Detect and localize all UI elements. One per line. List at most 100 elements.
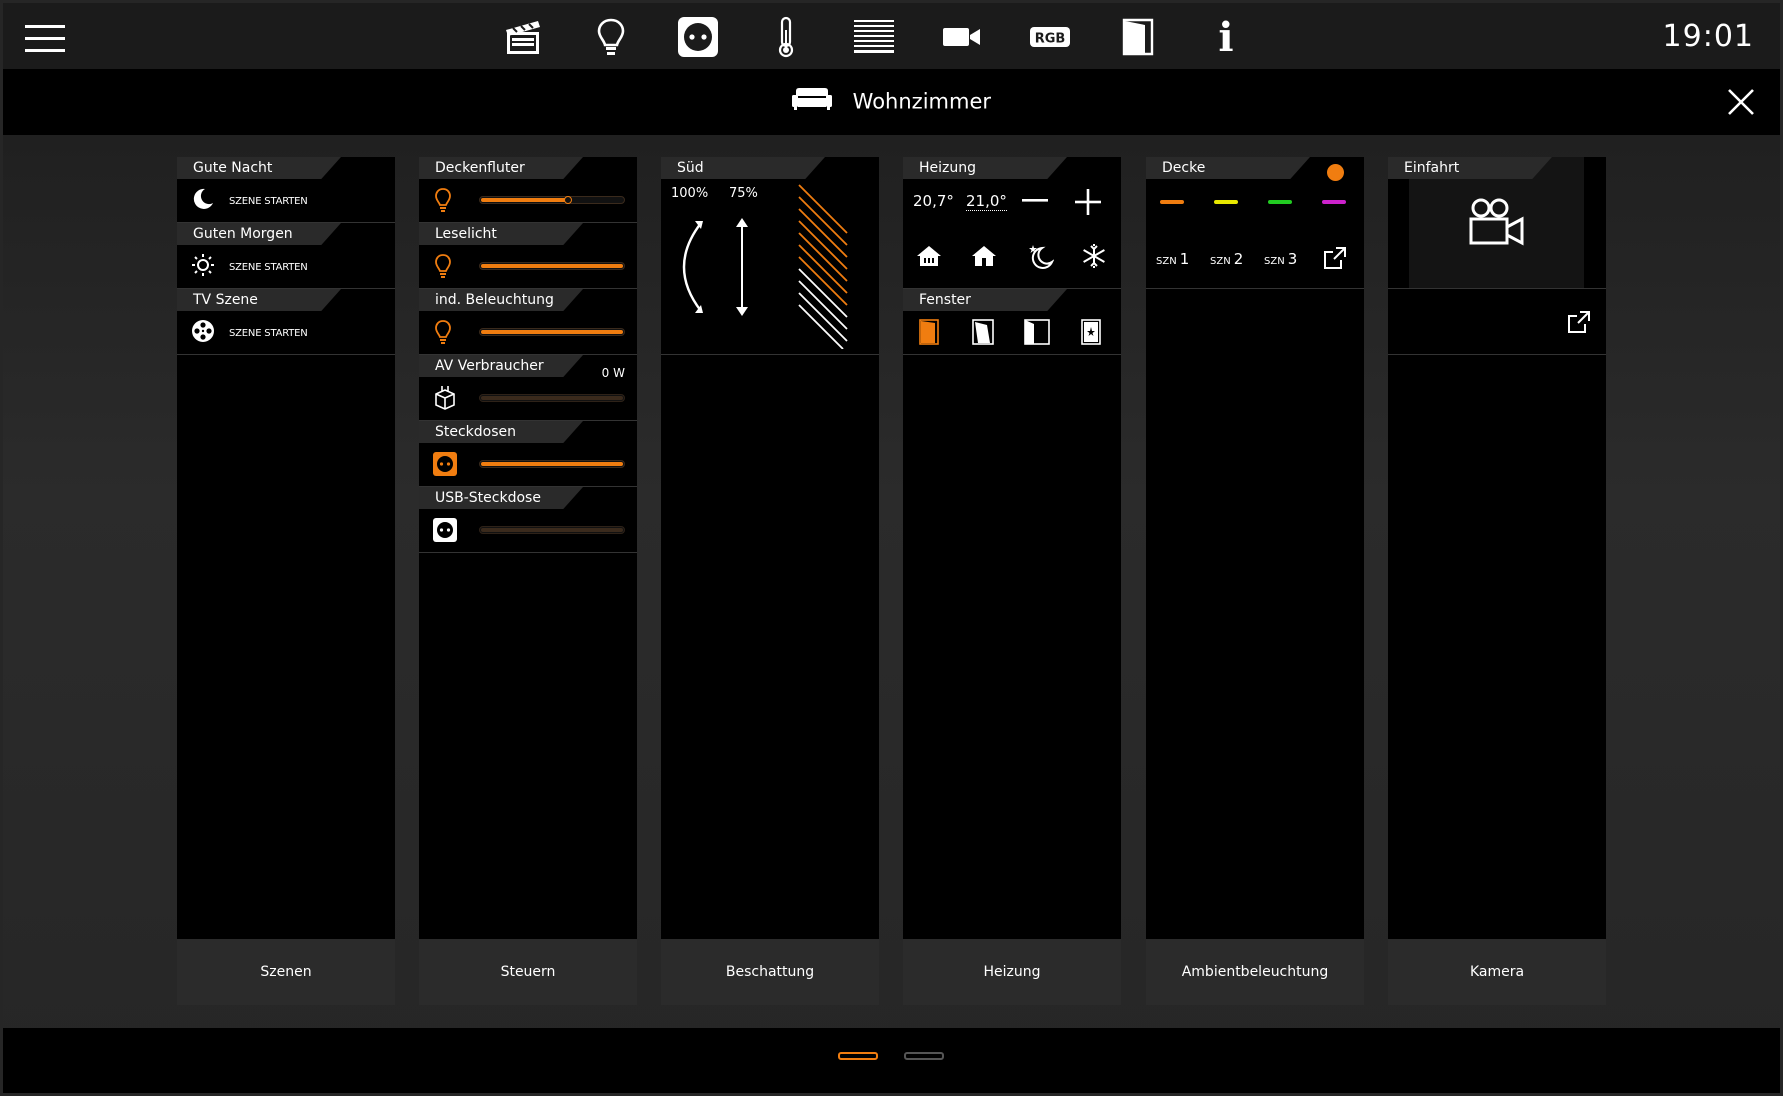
column-kamera: Einfahrt: [1388, 157, 1606, 939]
close-icon[interactable]: [1726, 87, 1756, 117]
sun-icon: [191, 253, 215, 281]
window-icon[interactable]: [1114, 15, 1162, 59]
control-title: USB-Steckdose: [419, 487, 583, 509]
bulb-icon[interactable]: [433, 318, 453, 346]
thermometer-icon[interactable]: [762, 15, 810, 59]
video-camera-icon[interactable]: [1468, 197, 1526, 247]
scene-start-button[interactable]: SZENE STARTEN: [191, 319, 308, 347]
control-title: ind. Beleuchtung: [419, 289, 583, 311]
menu-icon[interactable]: [25, 25, 65, 53]
scene-tile[interactable]: Guten Morgen SZENE STARTEN: [177, 223, 395, 289]
actual-temperature: 20,7°: [913, 192, 954, 210]
socket-icon[interactable]: [433, 451, 457, 477]
dimmer-slider[interactable]: [479, 262, 625, 270]
control-tile: Steckdosen: [419, 421, 637, 487]
scene-1-button[interactable]: SZN 1: [1156, 249, 1189, 268]
dimmer-slider[interactable]: [479, 328, 625, 336]
room-header: Wohnzimmer: [3, 69, 1780, 135]
window-title: Fenster: [903, 289, 1067, 311]
column-footer-steuern[interactable]: Steuern: [419, 939, 637, 1005]
window-alarm-icon[interactable]: [1079, 317, 1103, 347]
page-indicator-2[interactable]: [904, 1052, 944, 1060]
scene-2-button[interactable]: SZN 2: [1210, 249, 1243, 268]
color-preset-yellow[interactable]: [1214, 200, 1238, 204]
column-heizung: Heizung 20,7° 21,0° Fenster: [903, 157, 1121, 939]
scene-tile[interactable]: Gute Nacht SZENE STARTEN: [177, 157, 395, 223]
column-szenen: Gute Nacht SZENE STARTEN Guten Morgen SZ…: [177, 157, 395, 939]
night-moon-icon[interactable]: [1025, 241, 1055, 271]
comfort-home-icon[interactable]: [915, 243, 943, 269]
scene-tile[interactable]: TV Szene SZENE STARTEN: [177, 289, 395, 355]
window-closed-icon[interactable]: [1023, 317, 1051, 347]
control-title: Deckenfluter: [419, 157, 583, 179]
setpoint-temperature[interactable]: 21,0°: [966, 192, 1007, 211]
switch-slider[interactable]: [479, 526, 625, 534]
scene-title: TV Szene: [177, 289, 341, 311]
camera-icon[interactable]: [938, 15, 986, 59]
column-footer-szenen[interactable]: Szenen: [177, 939, 395, 1005]
color-preset-orange[interactable]: [1160, 200, 1184, 204]
color-preset-green[interactable]: [1268, 200, 1292, 204]
control-title: Steckdosen: [419, 421, 583, 443]
column-footer-ambient[interactable]: Ambientbeleuchtung: [1146, 939, 1364, 1005]
moon-icon: [191, 187, 215, 215]
standby-home-icon[interactable]: [970, 243, 998, 269]
window-tilted-icon[interactable]: [971, 317, 995, 347]
column-footer-beschattung[interactable]: Beschattung: [661, 939, 879, 1005]
bulb-icon[interactable]: [433, 252, 453, 280]
color-preset-magenta[interactable]: [1322, 200, 1346, 204]
scene-start-button[interactable]: SZENE STARTEN: [191, 187, 308, 215]
power-reading: 0 W: [601, 366, 625, 380]
camera-title: Einfahrt: [1388, 157, 1552, 179]
clock: 19:01: [1662, 19, 1754, 54]
control-title: AV Verbraucher: [419, 355, 583, 377]
control-tile: Deckenfluter: [419, 157, 637, 223]
control-tile: USB-Steckdose: [419, 487, 637, 553]
column-steuern: Deckenfluter Leselicht ind. Beleuchtung …: [419, 157, 637, 939]
plug-box-icon[interactable]: [433, 385, 457, 411]
column-beschattung: Süd 100% 75%: [661, 157, 879, 939]
position-arrow-icon[interactable]: [735, 217, 749, 317]
page-indicator-1[interactable]: [838, 1052, 878, 1060]
control-tile: ind. Beleuchtung: [419, 289, 637, 355]
status-indicator: [1327, 164, 1344, 181]
column-footer-kamera[interactable]: Kamera: [1388, 939, 1606, 1005]
info-icon[interactable]: i: [1202, 14, 1250, 61]
socket-icon[interactable]: [674, 15, 722, 59]
decrease-button[interactable]: [1021, 189, 1049, 213]
rgb-icon[interactable]: RGB: [1026, 15, 1074, 59]
sofa-icon: [791, 87, 832, 116]
position-value: 75%: [729, 186, 758, 201]
column-footer-heizung[interactable]: Heizung: [903, 939, 1121, 1005]
ambient-title: Decke: [1146, 157, 1310, 179]
external-link-icon[interactable]: [1566, 309, 1592, 335]
blind-tile: Süd 100% 75%: [661, 157, 879, 355]
film-reel-icon: [191, 319, 215, 347]
external-link-icon[interactable]: [1322, 245, 1348, 271]
tilt-arc-icon[interactable]: [673, 217, 707, 317]
blind-title: Süd: [661, 157, 825, 179]
bulb-icon[interactable]: [433, 186, 453, 214]
scene-3-button[interactable]: SZN 3: [1264, 249, 1297, 268]
socket-icon[interactable]: [433, 517, 457, 543]
scene-title: Gute Nacht: [177, 157, 341, 179]
increase-button[interactable]: [1073, 187, 1103, 217]
control-tile: AV Verbraucher 0 W: [419, 355, 637, 421]
scene-start-button[interactable]: SZENE STARTEN: [191, 253, 308, 281]
camera-link-tile: [1388, 289, 1606, 355]
ambient-tile: Decke SZN 1 SZN 2 SZN 3: [1146, 157, 1364, 289]
blinds-icon[interactable]: [850, 15, 898, 59]
control-tile: Leselicht: [419, 223, 637, 289]
scene-clapper-icon[interactable]: [499, 15, 547, 59]
window-tile: Fenster: [903, 289, 1121, 355]
switch-slider[interactable]: [479, 394, 625, 402]
frost-snowflake-icon[interactable]: [1079, 241, 1109, 271]
top-nav-bar: RGB i 19:01: [3, 3, 1780, 69]
column-ambient: Decke SZN 1 SZN 2 SZN 3: [1146, 157, 1364, 939]
window-open-icon[interactable]: [917, 317, 941, 347]
bulb-icon[interactable]: [587, 15, 635, 59]
camera-tile: Einfahrt: [1388, 157, 1606, 289]
switch-slider[interactable]: [479, 460, 625, 468]
dimmer-slider[interactable]: [479, 196, 625, 204]
heating-tile: Heizung 20,7° 21,0°: [903, 157, 1121, 289]
